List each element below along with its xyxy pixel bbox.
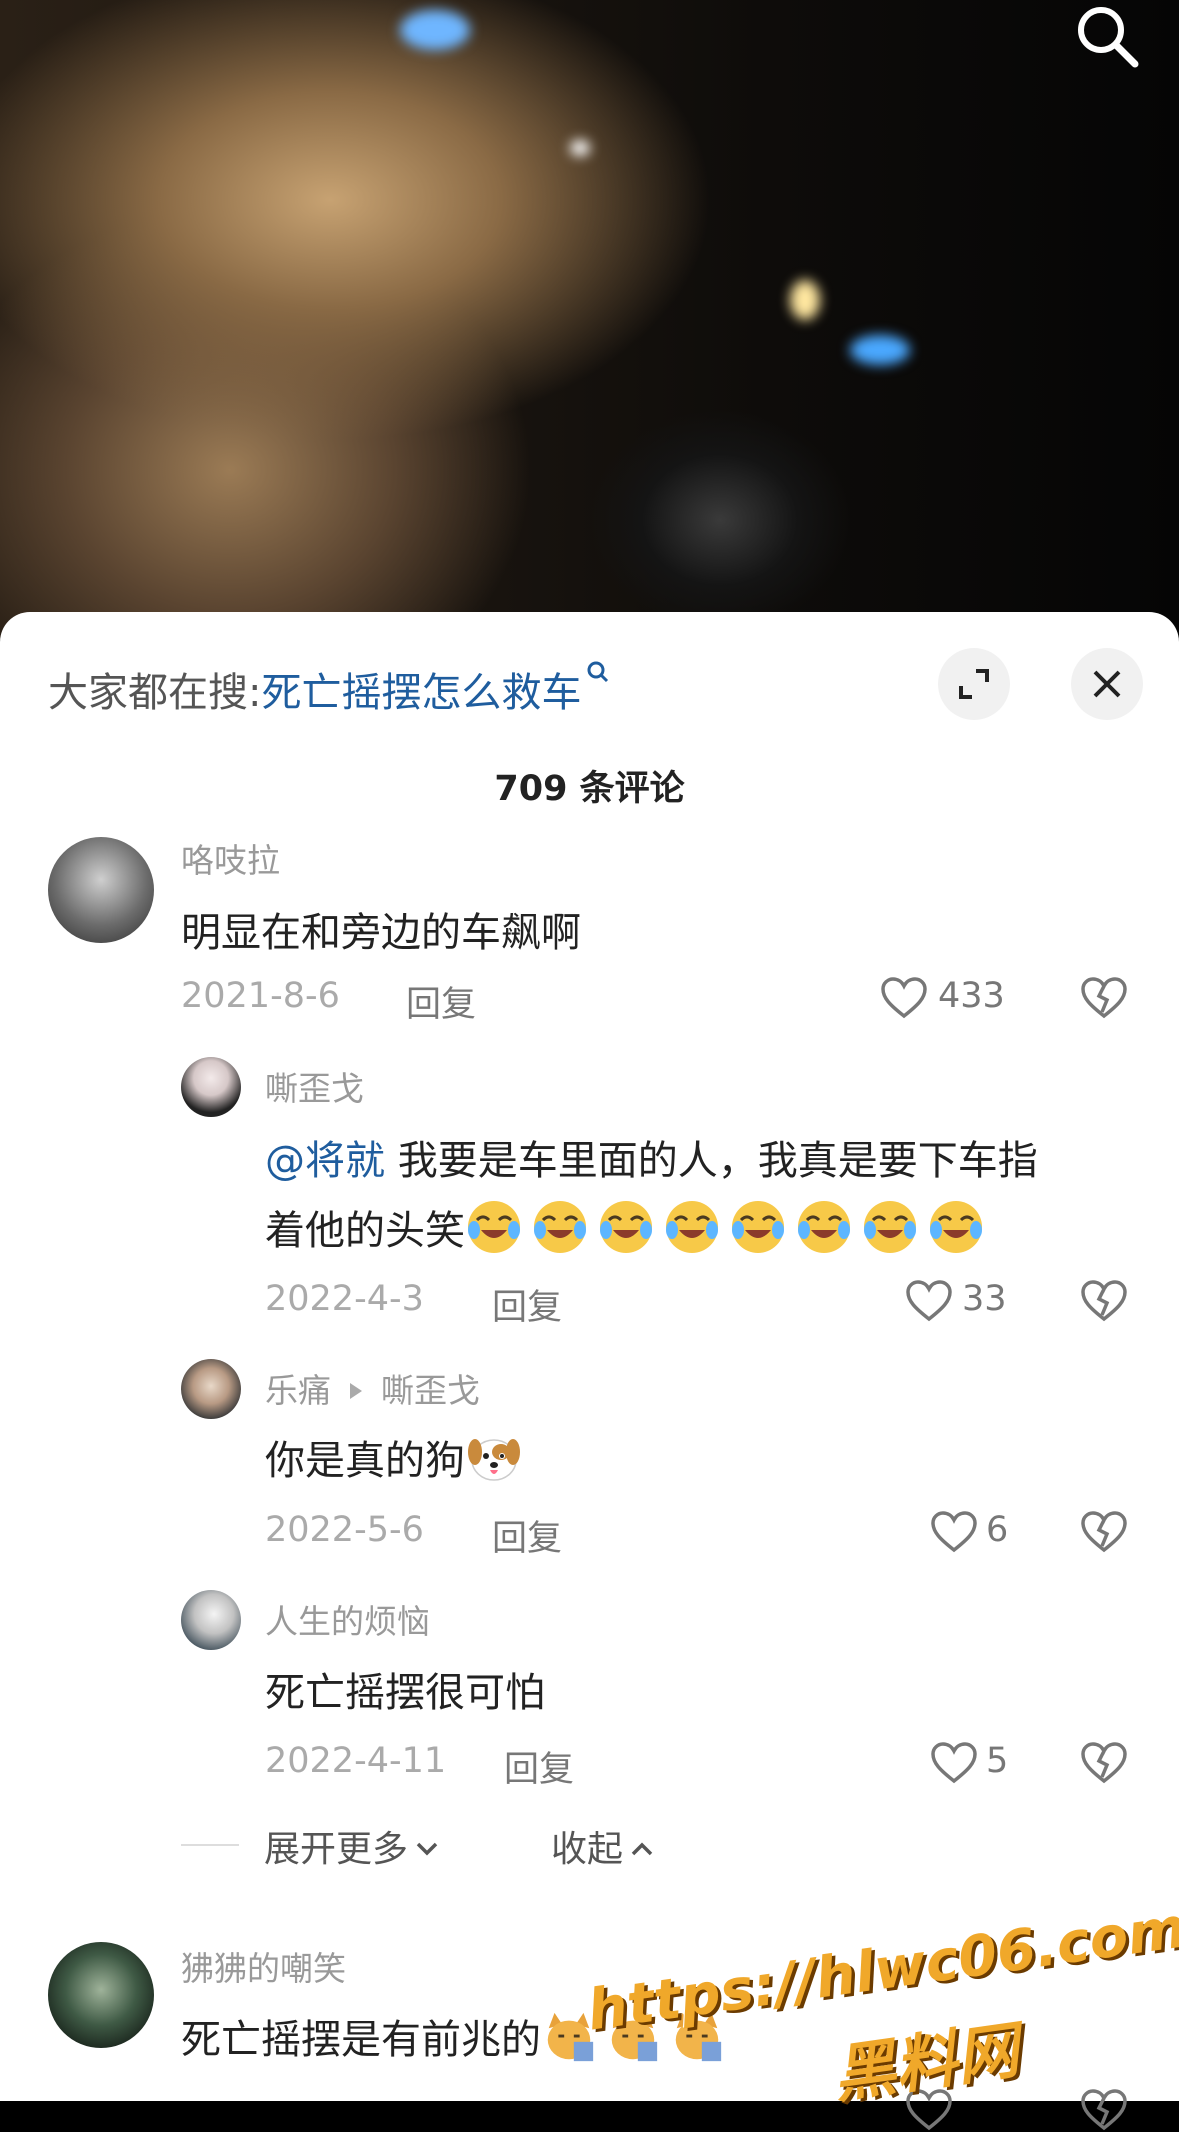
reply-text-line1: 我要是车里面的人，我真是要下车指	[385, 1138, 1038, 1184]
dislike-icon[interactable]	[1080, 2088, 1128, 2132]
heart-icon[interactable]	[880, 976, 928, 1020]
laugh-cry-emoji	[468, 1201, 520, 1253]
reply-username[interactable]: 乐痛 嘶歪戈	[265, 1364, 480, 1412]
laugh-cry-emoji	[666, 1201, 718, 1253]
like-count: 6	[986, 1510, 1009, 1550]
hint-query[interactable]: 死亡摇摆怎么救车	[261, 670, 581, 716]
comment-count: 709 条评论	[494, 769, 685, 809]
comment-date: 2021-8-6	[181, 976, 340, 1016]
heart-icon[interactable]	[905, 1279, 953, 1323]
like-count: 433	[938, 976, 1005, 1016]
collapse-button[interactable]: 收起	[551, 1820, 657, 1872]
reply-to-user[interactable]: 嘶歪戈	[381, 1371, 480, 1410]
comment-text: 明显在和旁边的车飙啊	[181, 910, 581, 956]
video-light	[850, 335, 910, 365]
heart-icon[interactable]	[930, 1741, 978, 1785]
comment-username[interactable]: 咯吱拉	[181, 834, 280, 882]
laugh-cry-emoji	[930, 1201, 982, 1253]
video-light	[400, 10, 470, 50]
mention-link[interactable]: @将就	[265, 1138, 385, 1184]
avatar[interactable]	[181, 1359, 241, 1419]
chevron-down-icon	[416, 1842, 438, 1856]
watermark-site: 黑料网	[828, 2013, 1023, 2112]
reply-date: 2022-4-11	[265, 1741, 447, 1781]
divider	[181, 1844, 239, 1846]
reply-date: 2022-5-6	[265, 1510, 424, 1550]
avatar[interactable]	[48, 1942, 154, 2048]
laugh-cry-emoji	[732, 1201, 784, 1253]
avatar[interactable]	[181, 1057, 241, 1117]
reply-username[interactable]: 人生的烦恼	[265, 1595, 430, 1643]
avatar[interactable]	[181, 1590, 241, 1650]
comment-text-content: 死亡摇摆是有前兆的	[181, 2017, 541, 2063]
reply-author[interactable]: 乐痛	[265, 1371, 331, 1410]
chevron-up-icon	[631, 1842, 653, 1856]
like-count: 33	[962, 1279, 1007, 1319]
search-suggestion[interactable]: 大家都在搜:死亡摇摆怎么救车	[48, 660, 611, 718]
laugh-cry-emoji	[600, 1201, 652, 1253]
video-player[interactable]	[0, 0, 1179, 640]
search-icon[interactable]	[1073, 2, 1141, 70]
reply-button[interactable]: 回复	[406, 976, 476, 1027]
reply-text-content: 你是真的狗	[265, 1438, 465, 1484]
dislike-icon[interactable]	[1080, 1741, 1128, 1785]
reply-username[interactable]: 嘶歪戈	[265, 1062, 364, 1110]
dislike-icon[interactable]	[1080, 976, 1128, 1020]
expand-icon	[959, 669, 989, 699]
reply-text: 你是真的狗	[265, 1428, 531, 1486]
dislike-icon[interactable]	[1080, 1279, 1128, 1323]
comment-sheet: 大家都在搜:死亡摇摆怎么救车 709 条评论 咯吱拉 明显在和旁边的车飙啊 20…	[0, 612, 1179, 2131]
reply-button[interactable]: 回复	[504, 1741, 574, 1792]
reply-text-line2: 着他的头笑	[265, 1198, 993, 1256]
close-icon	[1093, 670, 1121, 698]
expand-button[interactable]	[938, 648, 1010, 720]
comment-username[interactable]: 狒狒的嘲笑	[181, 1942, 346, 1990]
small-search-icon	[587, 661, 609, 683]
laugh-cry-emoji	[864, 1201, 916, 1253]
reply-button[interactable]: 回复	[492, 1279, 562, 1330]
reply-text: @将就 我要是车里面的人，我真是要下车指	[265, 1128, 1038, 1186]
expand-more-label: 展开更多	[264, 1829, 409, 1870]
laugh-cry-emoji	[798, 1201, 850, 1253]
reply-button[interactable]: 回复	[492, 1510, 562, 1561]
collapse-label: 收起	[551, 1829, 624, 1870]
dislike-icon[interactable]	[1080, 1510, 1128, 1554]
laugh-cry-emoji	[534, 1201, 586, 1253]
like-count: 5	[986, 1741, 1009, 1781]
reply-text: 死亡摇摆很可怕	[265, 1670, 545, 1716]
reply-date: 2022-4-3	[265, 1279, 424, 1319]
reply-text-line2-content: 着他的头笑	[265, 1208, 465, 1254]
video-light	[570, 140, 590, 156]
reply-arrow-icon	[350, 1383, 362, 1399]
hint-prefix: 大家都在搜:	[48, 670, 262, 716]
video-light	[790, 280, 820, 320]
avatar[interactable]	[48, 837, 154, 943]
close-button[interactable]	[1071, 648, 1143, 720]
heart-icon[interactable]	[930, 1510, 978, 1554]
expand-more-button[interactable]: 展开更多	[264, 1820, 442, 1872]
dog-emoji	[468, 1439, 520, 1481]
